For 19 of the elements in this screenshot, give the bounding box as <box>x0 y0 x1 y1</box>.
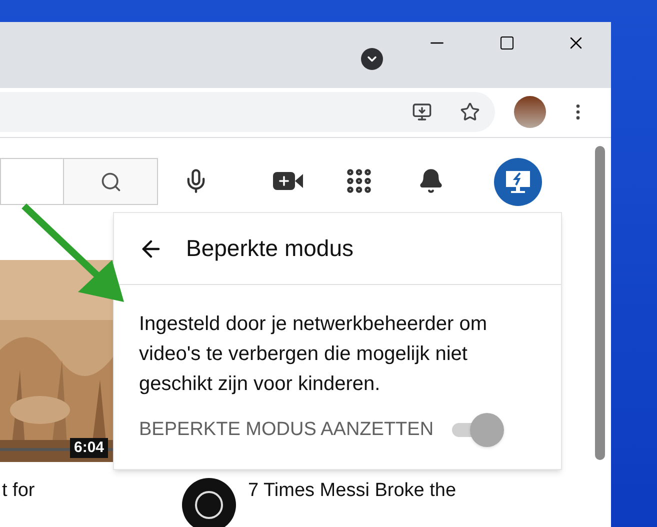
create-video-icon[interactable] <box>273 170 303 192</box>
tab-search-icon[interactable] <box>361 48 383 70</box>
toggle-label: BEPERKTE MODUS AANZETTEN <box>139 418 434 442</box>
panel-description: Ingesteld door je netwerkbeheerder om video's te verbergen die mogelijk niet geschikt zijn voor kinderen. <box>139 312 488 397</box>
panel-title: Beperkte modus <box>186 234 354 264</box>
maximize-icon[interactable] <box>499 35 515 51</box>
search-icon <box>100 170 122 192</box>
profile-avatar[interactable] <box>514 96 546 128</box>
apps-grid-icon[interactable] <box>344 166 374 196</box>
monitor-icon <box>504 169 532 195</box>
channel-avatar[interactable] <box>494 158 542 206</box>
bookmark-star-icon[interactable] <box>460 102 480 122</box>
scrollbar[interactable] <box>595 146 605 460</box>
channel-avatar[interactable] <box>182 478 236 527</box>
video-title[interactable]: 7 Times Messi Broke the <box>248 478 456 504</box>
video-duration: 6:04 <box>70 438 108 458</box>
notifications-icon[interactable] <box>418 168 444 194</box>
install-icon[interactable] <box>412 102 432 122</box>
video-title[interactable]: t for <box>2 478 35 504</box>
